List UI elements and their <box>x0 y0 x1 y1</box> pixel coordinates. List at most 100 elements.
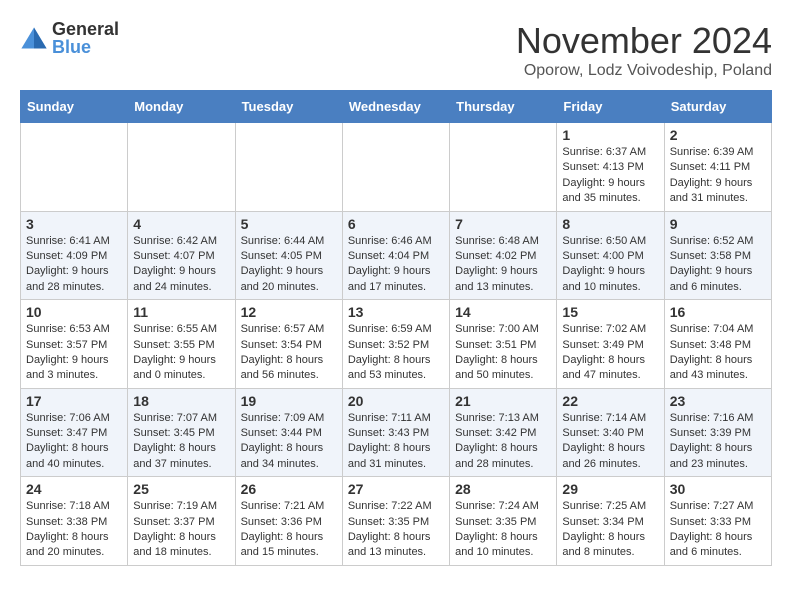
calendar-cell: 25 Sunrise: 7:19 AM Sunset: 3:37 PM Dayli… <box>128 477 235 566</box>
logo-general-text: General <box>52 20 119 38</box>
day-number: 14 <box>455 304 551 320</box>
day-number: 9 <box>670 216 766 232</box>
day-number: 15 <box>562 304 658 320</box>
day-info: Sunrise: 6:46 AM Sunset: 4:04 PM Dayligh… <box>348 234 444 296</box>
calendar-week-row: 17 Sunrise: 7:06 AM Sunset: 3:47 PM Dayli… <box>21 388 772 477</box>
calendar-cell: 27Sunrise: 7:22 AM Sunset: 3:35 PM Dayli… <box>342 477 449 566</box>
calendar-cell: 24 Sunrise: 7:18 AM Sunset: 3:38 PM Dayli… <box>21 477 128 566</box>
day-number: 10 <box>26 304 122 320</box>
calendar-week-row: 10 Sunrise: 6:53 AM Sunset: 3:57 PM Dayli… <box>21 300 772 389</box>
day-number: 6 <box>348 216 444 232</box>
location-subtitle: Oporow, Lodz Voivodeship, Poland <box>516 62 772 80</box>
logo-icon <box>20 24 48 52</box>
day-number: 3 <box>26 216 122 232</box>
column-header-wednesday: Wednesday <box>342 91 449 123</box>
day-info: Sunrise: 6:41 AM Sunset: 4:09 PM Dayligh… <box>26 234 122 296</box>
column-header-tuesday: Tuesday <box>235 91 342 123</box>
calendar-cell: 14 Sunrise: 7:00 AM Sunset: 3:51 PM Dayli… <box>450 300 557 389</box>
day-info: Sunrise: 7:11 AM Sunset: 3:43 PM Dayligh… <box>348 411 444 473</box>
day-info: Sunrise: 7:13 AM Sunset: 3:42 PM Dayligh… <box>455 411 551 473</box>
calendar-cell: 16 Sunrise: 7:04 AM Sunset: 3:48 PM Dayli… <box>664 300 771 389</box>
day-number: 12 <box>241 304 337 320</box>
calendar-cell: 2 Sunrise: 6:39 AM Sunset: 4:11 PM Daylig… <box>664 123 771 212</box>
calendar-cell: 19Sunrise: 7:09 AM Sunset: 3:44 PM Dayli… <box>235 388 342 477</box>
day-number: 4 <box>133 216 229 232</box>
day-info: Sunrise: 7:00 AM Sunset: 3:51 PM Dayligh… <box>455 322 551 384</box>
day-info: Sunrise: 6:44 AM Sunset: 4:05 PM Dayligh… <box>241 234 337 296</box>
calendar-cell: 5Sunrise: 6:44 AM Sunset: 4:05 PM Daylig… <box>235 211 342 300</box>
calendar-header-row: SundayMondayTuesdayWednesdayThursdayFrid… <box>21 91 772 123</box>
day-info: Sunrise: 7:21 AM Sunset: 3:36 PM Dayligh… <box>241 499 337 561</box>
day-info: Sunrise: 6:50 AM Sunset: 4:00 PM Dayligh… <box>562 234 658 296</box>
day-info: Sunrise: 7:04 AM Sunset: 3:48 PM Dayligh… <box>670 322 766 384</box>
day-number: 19 <box>241 393 337 409</box>
day-info: Sunrise: 6:59 AM Sunset: 3:52 PM Dayligh… <box>348 322 444 384</box>
day-number: 18 <box>133 393 229 409</box>
calendar-cell: 15 Sunrise: 7:02 AM Sunset: 3:49 PM Dayli… <box>557 300 664 389</box>
day-info: Sunrise: 7:16 AM Sunset: 3:39 PM Dayligh… <box>670 411 766 473</box>
calendar-cell: 7Sunrise: 6:48 AM Sunset: 4:02 PM Daylig… <box>450 211 557 300</box>
day-number: 24 <box>26 481 122 497</box>
day-info: Sunrise: 6:52 AM Sunset: 3:58 PM Dayligh… <box>670 234 766 296</box>
calendar-cell <box>128 123 235 212</box>
day-number: 7 <box>455 216 551 232</box>
day-number: 23 <box>670 393 766 409</box>
day-info: Sunrise: 6:57 AM Sunset: 3:54 PM Dayligh… <box>241 322 337 384</box>
page-header: General Blue November 2024 Oporow, Lodz … <box>20 20 772 80</box>
calendar-cell: 13 Sunrise: 6:59 AM Sunset: 3:52 PM Dayli… <box>342 300 449 389</box>
calendar-cell: 30Sunrise: 7:27 AM Sunset: 3:33 PM Dayli… <box>664 477 771 566</box>
calendar-cell <box>21 123 128 212</box>
day-number: 28 <box>455 481 551 497</box>
day-number: 29 <box>562 481 658 497</box>
title-area: November 2024 Oporow, Lodz Voivodeship, … <box>516 20 772 80</box>
day-info: Sunrise: 6:37 AM Sunset: 4:13 PM Dayligh… <box>562 145 658 207</box>
day-number: 11 <box>133 304 229 320</box>
calendar-cell: 8 Sunrise: 6:50 AM Sunset: 4:00 PM Daylig… <box>557 211 664 300</box>
column-header-friday: Friday <box>557 91 664 123</box>
calendar-cell <box>342 123 449 212</box>
calendar-cell <box>450 123 557 212</box>
day-number: 26 <box>241 481 337 497</box>
column-header-thursday: Thursday <box>450 91 557 123</box>
day-info: Sunrise: 7:06 AM Sunset: 3:47 PM Dayligh… <box>26 411 122 473</box>
calendar-cell: 12 Sunrise: 6:57 AM Sunset: 3:54 PM Dayli… <box>235 300 342 389</box>
calendar-cell: 29 Sunrise: 7:25 AM Sunset: 3:34 PM Dayli… <box>557 477 664 566</box>
calendar-cell: 26 Sunrise: 7:21 AM Sunset: 3:36 PM Dayli… <box>235 477 342 566</box>
day-number: 17 <box>26 393 122 409</box>
day-info: Sunrise: 7:14 AM Sunset: 3:40 PM Dayligh… <box>562 411 658 473</box>
calendar-cell: 22Sunrise: 7:14 AM Sunset: 3:40 PM Dayli… <box>557 388 664 477</box>
column-header-saturday: Saturday <box>664 91 771 123</box>
calendar-cell: 10 Sunrise: 6:53 AM Sunset: 3:57 PM Dayli… <box>21 300 128 389</box>
day-info: Sunrise: 6:53 AM Sunset: 3:57 PM Dayligh… <box>26 322 122 384</box>
logo-blue-text: Blue <box>52 38 119 56</box>
day-number: 30 <box>670 481 766 497</box>
calendar-cell: 6 Sunrise: 6:46 AM Sunset: 4:04 PM Daylig… <box>342 211 449 300</box>
day-number: 16 <box>670 304 766 320</box>
calendar-cell: 1 Sunrise: 6:37 AM Sunset: 4:13 PM Daylig… <box>557 123 664 212</box>
calendar-cell: 17 Sunrise: 7:06 AM Sunset: 3:47 PM Dayli… <box>21 388 128 477</box>
calendar-cell: 28Sunrise: 7:24 AM Sunset: 3:35 PM Dayli… <box>450 477 557 566</box>
day-number: 21 <box>455 393 551 409</box>
column-header-monday: Monday <box>128 91 235 123</box>
calendar-cell: 21 Sunrise: 7:13 AM Sunset: 3:42 PM Dayli… <box>450 388 557 477</box>
day-number: 2 <box>670 127 766 143</box>
column-header-sunday: Sunday <box>21 91 128 123</box>
day-number: 13 <box>348 304 444 320</box>
day-info: Sunrise: 6:39 AM Sunset: 4:11 PM Dayligh… <box>670 145 766 207</box>
day-number: 1 <box>562 127 658 143</box>
calendar-cell: 3 Sunrise: 6:41 AM Sunset: 4:09 PM Daylig… <box>21 211 128 300</box>
calendar-cell: 11Sunrise: 6:55 AM Sunset: 3:55 PM Dayli… <box>128 300 235 389</box>
day-number: 20 <box>348 393 444 409</box>
day-info: Sunrise: 7:19 AM Sunset: 3:37 PM Dayligh… <box>133 499 229 561</box>
calendar-table: SundayMondayTuesdayWednesdayThursdayFrid… <box>20 90 772 566</box>
calendar-cell <box>235 123 342 212</box>
day-number: 25 <box>133 481 229 497</box>
day-info: Sunrise: 7:02 AM Sunset: 3:49 PM Dayligh… <box>562 322 658 384</box>
day-info: Sunrise: 7:25 AM Sunset: 3:34 PM Dayligh… <box>562 499 658 561</box>
month-title: November 2024 <box>516 20 772 62</box>
calendar-cell: 20 Sunrise: 7:11 AM Sunset: 3:43 PM Dayli… <box>342 388 449 477</box>
day-info: Sunrise: 7:18 AM Sunset: 3:38 PM Dayligh… <box>26 499 122 561</box>
day-info: Sunrise: 6:42 AM Sunset: 4:07 PM Dayligh… <box>133 234 229 296</box>
day-info: Sunrise: 7:07 AM Sunset: 3:45 PM Dayligh… <box>133 411 229 473</box>
day-number: 8 <box>562 216 658 232</box>
